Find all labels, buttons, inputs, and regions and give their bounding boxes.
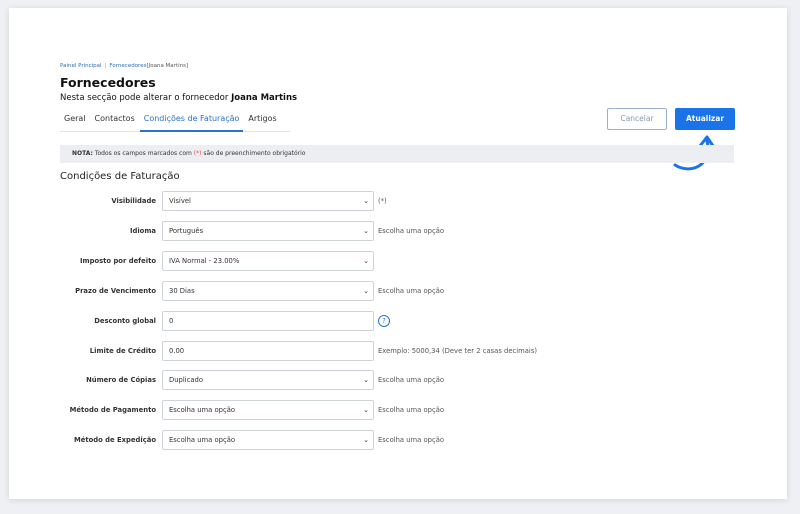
breadcrumb-home[interactable]: Painel Principal	[60, 63, 102, 69]
tab-artigos[interactable]: Artigos	[244, 111, 280, 130]
breadcrumb-separator: |	[104, 63, 107, 69]
tab-contactos[interactable]: Contactos	[91, 111, 139, 130]
chevron-down-icon: ⌄	[363, 197, 369, 205]
chevron-down-icon: ⌄	[363, 257, 369, 265]
prazo-value: 30 Dias	[169, 287, 195, 295]
idioma-select[interactable]: Português ⌄	[162, 221, 374, 241]
main-card: Painel Principal | Fornecedores[Joana Mart…	[9, 8, 787, 499]
chevron-down-icon: ⌄	[363, 436, 369, 444]
copias-select[interactable]: Duplicado ⌄	[162, 370, 374, 390]
cancel-button[interactable]: Cancelar	[607, 108, 667, 130]
note-text: Todos os campos marcados com	[94, 150, 192, 157]
tab-geral[interactable]: Geral	[60, 111, 90, 130]
expedicao-value: Escolha uma opção	[169, 436, 236, 444]
expedicao-label: Método de Expedição	[73, 436, 156, 444]
required-marker: (*)	[193, 150, 202, 157]
imposto-label: Imposto por defeito	[79, 257, 156, 265]
tab-bar: Geral Contactos Condições de Faturação A…	[60, 111, 290, 132]
desconto-input[interactable]: 0	[162, 311, 374, 331]
help-icon[interactable]: ?	[378, 315, 390, 327]
desconto-label: Desconto global	[94, 317, 156, 325]
visibilidade-value: Visível	[169, 197, 191, 205]
required-marker: (*)	[378, 197, 387, 205]
pagamento-hint: Escolha uma opção	[378, 406, 445, 414]
note-text-end: são de preenchimento obrigatório	[203, 150, 306, 157]
idioma-hint: Escolha uma opção	[378, 227, 445, 235]
breadcrumb: Painel Principal | Fornecedores[Joana Mart…	[60, 63, 188, 69]
tab-condicoes-faturacao[interactable]: Condições de Faturação	[139, 111, 244, 132]
prazo-select[interactable]: 30 Dias ⌄	[162, 281, 374, 301]
expedicao-hint: Escolha uma opção	[378, 436, 445, 444]
pagamento-select[interactable]: Escolha uma opção ⌄	[162, 400, 374, 420]
breadcrumb-current: [Joana Martins]	[146, 63, 189, 69]
limite-value: 0.00	[169, 347, 185, 355]
pagamento-label: Método de Pagamento	[69, 406, 156, 414]
page-title: Fornecedores	[60, 75, 156, 90]
form-row-imposto: Imposto por defeito IVA Normal - 23.00% …	[9, 251, 787, 271]
visibilidade-select[interactable]: Visível ⌄	[162, 191, 374, 211]
limite-input[interactable]: 0.00	[162, 341, 374, 361]
imposto-value: IVA Normal - 23.00%	[169, 257, 240, 265]
subtitle-text: Nesta secção pode alterar o fornecedor	[60, 93, 229, 103]
form-row-copias: Número de Cópias Duplicado ⌄ Escolha uma…	[9, 370, 787, 390]
chevron-down-icon: ⌄	[363, 227, 369, 235]
section-title: Condições de Faturação	[60, 171, 180, 182]
idioma-value: Português	[169, 227, 204, 235]
pagamento-value: Escolha uma opção	[169, 406, 236, 414]
visibilidade-label: Visibilidade	[111, 197, 156, 205]
chevron-down-icon: ⌄	[363, 376, 369, 384]
form-row-limite: Limite de Crédito 0.00 Exemplo: 5000,34 …	[9, 341, 787, 361]
copias-value: Duplicado	[169, 376, 204, 384]
prazo-label: Prazo de Vencimento	[75, 287, 156, 295]
limite-hint: Exemplo: 5000,34 (Deve ter 2 casas decim…	[378, 347, 538, 355]
supplier-name: Joana Martins	[231, 93, 298, 103]
form-row-visibilidade: Visibilidade Visível ⌄ (*)	[9, 191, 787, 211]
page-subtitle: Nesta secção pode alterar o fornecedor J…	[60, 93, 297, 103]
form-row-expedicao: Método de Expedição Escolha uma opção ⌄ …	[9, 430, 787, 450]
limite-label: Limite de Crédito	[89, 347, 156, 355]
copias-label: Número de Cópias	[86, 376, 156, 384]
copias-hint: Escolha uma opção	[378, 376, 445, 384]
form-row-desconto: Desconto global 0 ?	[9, 311, 787, 331]
form-row-idioma: Idioma Português ⌄ Escolha uma opção	[9, 221, 787, 241]
chevron-down-icon: ⌄	[363, 406, 369, 414]
idioma-label: Idioma	[129, 227, 156, 235]
breadcrumb-section[interactable]: Fornecedores	[109, 63, 146, 69]
desconto-value: 0	[169, 317, 174, 325]
imposto-select[interactable]: IVA Normal - 23.00% ⌄	[162, 251, 374, 271]
expedicao-select[interactable]: Escolha uma opção ⌄	[162, 430, 374, 450]
form-row-prazo: Prazo de Vencimento 30 Dias ⌄ Escolha um…	[9, 281, 787, 301]
chevron-down-icon: ⌄	[363, 287, 369, 295]
form-row-pagamento: Método de Pagamento Escolha uma opção ⌄ …	[9, 400, 787, 420]
note-label: NOTA:	[72, 150, 93, 157]
prazo-hint: Escolha uma opção	[378, 287, 445, 295]
required-fields-note: NOTA: Todos os campos marcados com (*) s…	[60, 145, 734, 163]
